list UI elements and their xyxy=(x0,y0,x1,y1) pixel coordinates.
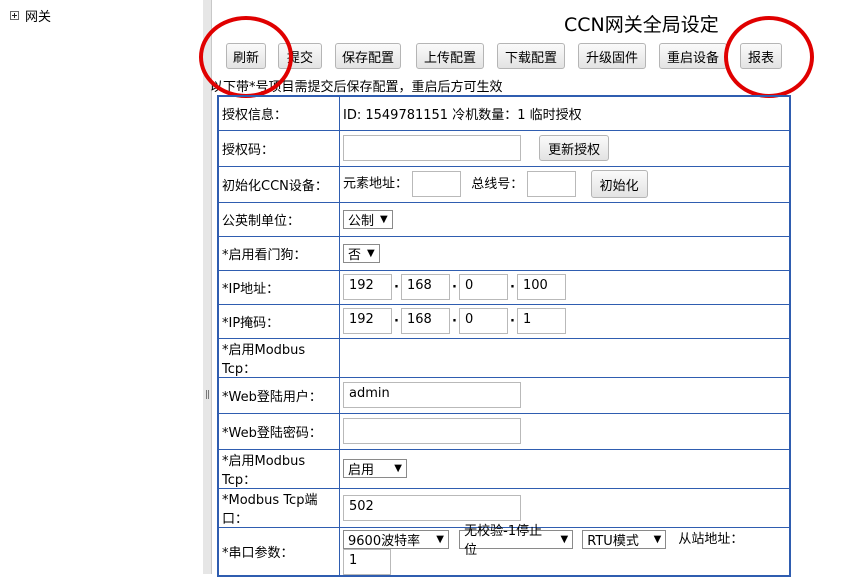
report-button[interactable]: 报表 xyxy=(740,43,782,69)
notice-text: 以下带*号项目需提交后保存配置，重启后方可生效 xyxy=(210,80,503,95)
ip-dot: · xyxy=(452,313,457,329)
mask-octet-1[interactable]: 192 xyxy=(343,308,392,334)
mode-select[interactable]: RTU模式 ▼ xyxy=(582,529,667,549)
mask-octet-3[interactable]: 0 xyxy=(459,308,508,334)
label-mask: *IP掩码： xyxy=(217,303,340,339)
row-web-pass: *Web登陆密码： xyxy=(217,412,791,450)
mode-selected: RTU模式 xyxy=(587,533,639,549)
ip-dot: · xyxy=(510,279,515,295)
row-mask: *IP掩码： 192 · 168 · 0 · 1 xyxy=(217,303,791,339)
chevron-down-icon: ▼ xyxy=(394,463,402,474)
mask-octet-2[interactable]: 168 xyxy=(401,308,450,334)
watchdog-selected: 否 xyxy=(348,247,362,263)
unit-select[interactable]: 公制 ▼ xyxy=(343,209,393,229)
unit-selected: 公制 xyxy=(348,213,375,229)
splitter-grip-icon[interactable]: || xyxy=(205,390,210,400)
element-addr-input[interactable] xyxy=(412,171,462,197)
modbus-tcp-a-value xyxy=(339,337,791,378)
ip-dot: · xyxy=(394,313,399,329)
label-modbus-tcp-a: *启用Modbus Tcp： xyxy=(217,337,340,378)
row-serial: *串口参数： 9600波特率 ▼ 无校验-1停止位 ▼ RTU模式 ▼ 从站地址： 1 xyxy=(217,524,791,576)
ip-dot: · xyxy=(510,313,515,329)
mask-octet-4[interactable]: 1 xyxy=(517,308,566,334)
slave-addr-label: 从站地址： xyxy=(678,531,744,547)
tree-item-label: 网关 xyxy=(25,10,52,25)
label-license-code: 授权码： xyxy=(217,129,340,167)
label-web-user: *Web登陆用户： xyxy=(217,376,340,414)
element-addr-label: 元素地址： xyxy=(343,176,409,192)
web-user-input[interactable]: admin xyxy=(343,382,521,408)
save-config-button[interactable]: 保存配置 xyxy=(335,43,401,69)
parity-select[interactable]: 无校验-1停止位 ▼ xyxy=(459,524,574,558)
label-unit: 公英制单位： xyxy=(217,201,340,237)
chevron-down-icon: ▼ xyxy=(380,213,388,225)
label-license-info: 授权信息： xyxy=(217,95,340,131)
chevron-down-icon: ▼ xyxy=(653,533,662,545)
label-ip: *IP地址： xyxy=(217,269,340,305)
label-modbus-port: *Modbus Tcp端口： xyxy=(217,487,340,528)
ip-octet-2[interactable]: 168 xyxy=(401,274,450,300)
upgrade-firmware-button[interactable]: 升级固件 xyxy=(578,43,646,69)
label-init-ccn: 初始化CCN设备： xyxy=(217,165,340,203)
row-license-info: 授权信息： ID: 1549781151 冷机数量：1 临时授权 xyxy=(217,95,791,131)
update-license-button[interactable]: 更新授权 xyxy=(539,135,610,161)
tree-item-gateway[interactable]: 网关 xyxy=(10,6,51,25)
upload-config-button[interactable]: 上传配置 xyxy=(416,43,484,69)
ip-dot: · xyxy=(452,279,457,295)
parity-selected: 无校验-1停止位 xyxy=(464,524,543,558)
license-code-input[interactable] xyxy=(343,135,521,161)
label-modbus-tcp-b: *启用Modbus Tcp： xyxy=(217,448,340,489)
license-info-value: ID: 1549781151 冷机数量：1 临时授权 xyxy=(339,95,791,131)
init-button[interactable]: 初始化 xyxy=(590,170,648,198)
label-watchdog: *启用看门狗： xyxy=(217,235,340,271)
web-pass-input[interactable] xyxy=(343,418,521,444)
chevron-down-icon: ▼ xyxy=(367,247,375,259)
ip-octet-1[interactable]: 192 xyxy=(343,274,392,300)
ip-dot: · xyxy=(394,279,399,295)
slave-addr-input[interactable]: 1 xyxy=(343,548,391,575)
chevron-down-icon: ▼ xyxy=(560,533,569,545)
row-license-code: 授权码： 更新授权 xyxy=(217,129,791,167)
chevron-down-icon: ▼ xyxy=(436,533,444,545)
baud-select[interactable]: 9600波特率 ▼ xyxy=(343,529,449,549)
row-modbus-tcp-a: *启用Modbus Tcp： xyxy=(217,337,791,378)
baud-selected: 9600波特率 xyxy=(348,533,421,549)
ip-octet-3[interactable]: 0 xyxy=(459,274,508,300)
expand-icon[interactable] xyxy=(10,11,19,20)
ip-octet-4[interactable]: 100 xyxy=(517,274,566,300)
page-title: CCN网关全局设定 xyxy=(564,14,719,36)
bus-no-input[interactable] xyxy=(527,171,577,197)
label-serial: *串口参数： xyxy=(217,526,340,576)
row-ip: *IP地址： 192 · 168 · 0 · 100 xyxy=(217,269,791,305)
config-table: 授权信息： ID: 1549781151 冷机数量：1 临时授权 授权码： 更新… xyxy=(217,95,791,577)
label-web-pass: *Web登陆密码： xyxy=(217,412,340,450)
reboot-button[interactable]: 重启设备 xyxy=(659,43,727,69)
bus-no-label: 总线号： xyxy=(471,176,524,192)
modbus-port-input[interactable]: 502 xyxy=(343,494,521,521)
download-config-button[interactable]: 下载配置 xyxy=(497,43,565,69)
modbus-tcp-select[interactable]: 启用 ▼ xyxy=(343,459,407,478)
submit-button[interactable]: 提交 xyxy=(278,43,322,69)
row-web-user: *Web登陆用户： admin xyxy=(217,376,791,414)
refresh-button[interactable]: 刷新 xyxy=(226,43,266,69)
row-modbus-tcp-b: *启用Modbus Tcp： 启用 ▼ xyxy=(217,448,791,489)
row-unit: 公英制单位： 公制 ▼ xyxy=(217,201,791,237)
sidebar: 网关 xyxy=(0,0,204,574)
row-init-ccn: 初始化CCN设备： 元素地址： 总线号： 初始化 xyxy=(217,165,791,203)
modbus-tcp-selected: 启用 xyxy=(348,463,375,478)
row-watchdog: *启用看门狗： 否 ▼ xyxy=(217,235,791,271)
watchdog-select[interactable]: 否 ▼ xyxy=(343,243,380,263)
